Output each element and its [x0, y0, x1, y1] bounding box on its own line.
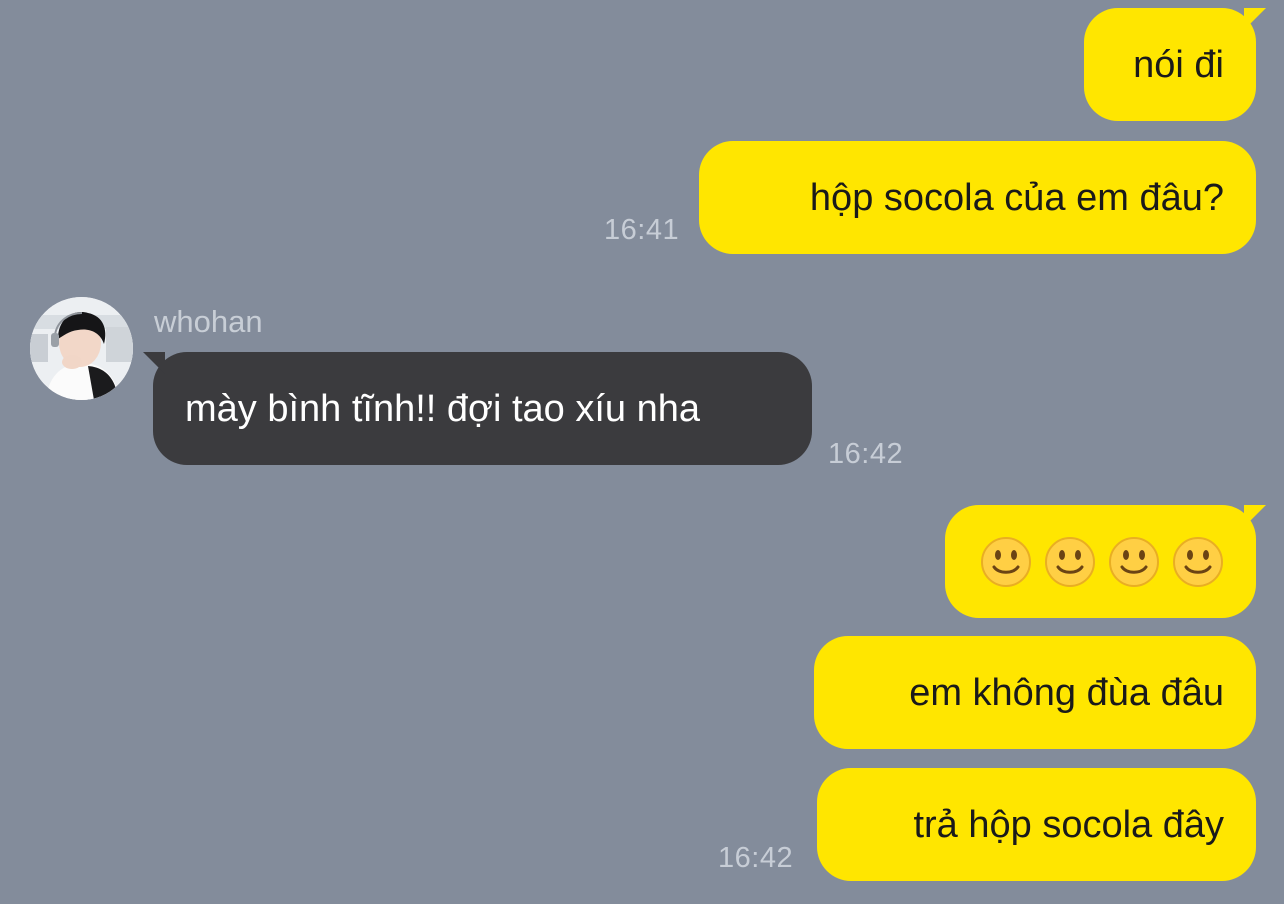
- sender-avatar[interactable]: [30, 297, 133, 400]
- slightly-smiling-face-icon: [1109, 536, 1159, 587]
- message-timestamp: 16:42: [718, 842, 794, 874]
- slightly-smiling-face-icon: [1173, 536, 1223, 587]
- message-text: mày bình tĩnh!! đợi tao xíu nha: [185, 387, 701, 430]
- message-text: nói đi: [1133, 43, 1224, 86]
- chat-area[interactable]: nói đi hộp socola của em đâu? 16:41 whoh…: [0, 0, 1284, 904]
- emoji-row: [980, 536, 1224, 588]
- message-text: em không đùa đâu: [909, 671, 1224, 714]
- outgoing-message-bubble[interactable]: hộp socola của em đâu?: [699, 141, 1256, 254]
- message-timestamp: 16:41: [604, 214, 680, 246]
- incoming-message-bubble[interactable]: mày bình tĩnh!! đợi tao xíu nha: [143, 352, 812, 465]
- outgoing-emoji-bubble[interactable]: [945, 505, 1266, 618]
- slightly-smiling-face-icon: [1045, 536, 1095, 587]
- outgoing-message-bubble[interactable]: trả hộp socola đây: [817, 768, 1256, 881]
- message-timestamp: 16:42: [828, 438, 904, 470]
- message-text: hộp socola của em đâu?: [809, 176, 1224, 219]
- avatar-photo-icon: [30, 297, 133, 400]
- message-text: trả hộp socola đây: [913, 803, 1224, 846]
- slightly-smiling-face-icon: [981, 536, 1031, 587]
- sender-name: whohan: [154, 304, 263, 339]
- outgoing-message-bubble[interactable]: em không đùa đâu: [814, 636, 1256, 749]
- outgoing-message-bubble[interactable]: nói đi: [1084, 8, 1266, 121]
